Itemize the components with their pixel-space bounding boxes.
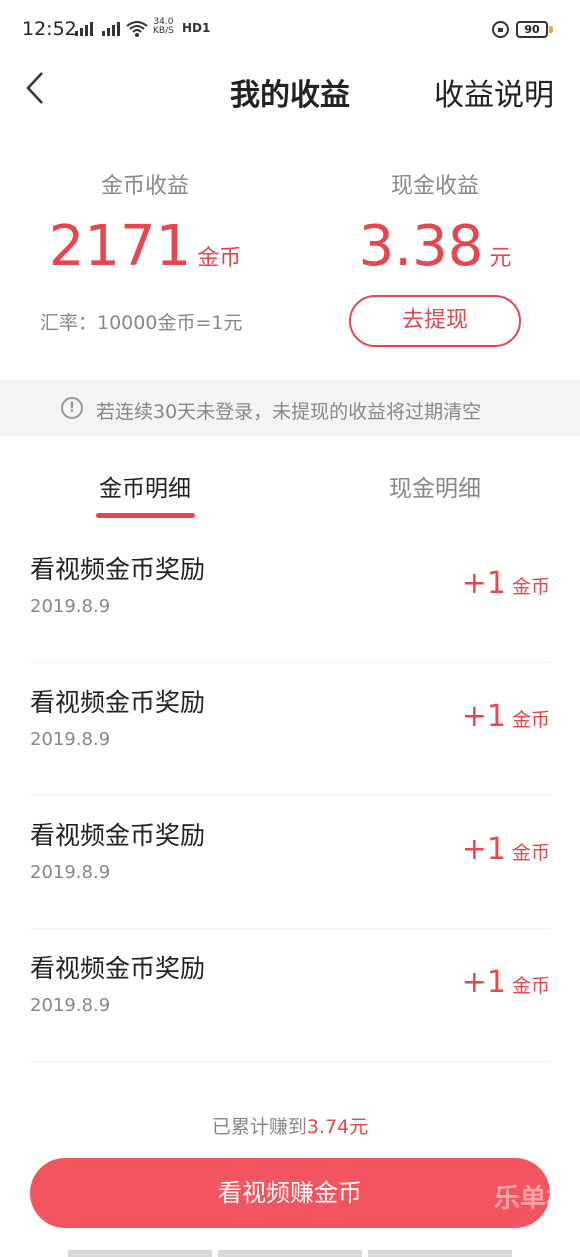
watch-video-button[interactable]: 看视频赚金币 (30, 1158, 550, 1228)
record-date: 2019.8.9 (30, 596, 111, 617)
record-title: 看视频金币奖励 (30, 688, 206, 717)
signal-icon-2 (102, 22, 120, 36)
coin-record-list: 看视频金币奖励 2019.8.9 +1 金币 看视频金币奖励 2019.8.9 +… (0, 530, 580, 1062)
record-date: 2019.8.9 (30, 729, 111, 750)
lock-icon (492, 21, 509, 38)
list-item[interactable]: 看视频金币奖励 2019.8.9 +1 金币 (30, 530, 550, 663)
tab-coin-detail[interactable]: 金币明细 (45, 469, 245, 503)
record-amount-value: +1 (461, 832, 506, 867)
list-item[interactable]: 看视频金币奖励 2019.8.9 +1 金币 (30, 929, 550, 1062)
earnings-summary: 金币收益 2171 金币 现金收益 3.38 元 汇率：10000金币=1元 去提现 (0, 150, 580, 370)
expiry-notice: ! 若连续30天未登录，未提现的收益将过期清空 (0, 380, 580, 436)
battery-icon: 90 (516, 21, 553, 38)
hd-indicator: HD1 (182, 21, 211, 35)
cash-unit: 元 (489, 246, 512, 271)
tab-cash-detail[interactable]: 现金明细 (335, 469, 535, 503)
cash-earnings-amount: 3.38 元 (290, 214, 580, 279)
bottom-tab-strip (0, 1250, 580, 1257)
record-amount-value: +1 (461, 699, 506, 734)
total-earned-value: 3.74元 (306, 1116, 369, 1138)
record-title: 看视频金币奖励 (30, 954, 206, 983)
record-amount-unit: 金币 (511, 975, 550, 997)
list-item[interactable]: 看视频金币奖励 2019.8.9 +1 金币 (30, 796, 550, 929)
record-amount: +1 金币 (462, 699, 550, 734)
net-speed-unit: KB/S (153, 26, 174, 36)
record-amount-unit: 金币 (511, 576, 550, 598)
coin-unit: 金币 (197, 246, 242, 271)
detail-tabs: 金币明细 现金明细 (0, 455, 580, 525)
active-tab-indicator (96, 513, 195, 518)
net-speed: 34.0 KB/S (153, 18, 174, 36)
total-earned: 已累计赚到3.74元 (0, 1112, 580, 1139)
watermark: 乐单机 (493, 1184, 572, 1214)
record-amount: +1 金币 (462, 566, 550, 601)
notice-text: 若连续30天未登录，未提现的收益将过期清空 (96, 401, 482, 423)
record-amount: +1 金币 (462, 965, 550, 1000)
total-earned-prefix: 已累计赚到 (211, 1116, 307, 1138)
wifi-icon (126, 21, 148, 37)
record-amount-value: +1 (461, 965, 506, 1000)
record-title: 看视频金币奖励 (30, 821, 206, 850)
coin-earnings: 金币收益 2171 金币 (0, 150, 290, 279)
record-amount-value: +1 (461, 566, 506, 601)
status-time: 12:52 (22, 18, 77, 40)
nav-bar: 我的收益 收益说明 (0, 60, 580, 120)
coin-earnings-label: 金币收益 (100, 174, 189, 199)
cash-earnings: 现金收益 3.38 元 (290, 150, 580, 279)
record-date: 2019.8.9 (30, 995, 111, 1016)
coin-value: 2171 (48, 214, 192, 279)
record-amount-unit: 金币 (511, 842, 550, 864)
record-amount-unit: 金币 (511, 709, 550, 731)
record-date: 2019.8.9 (30, 862, 111, 883)
earnings-explain-link[interactable]: 收益说明 (434, 70, 554, 114)
signal-icon (75, 22, 93, 36)
record-amount: +1 金币 (462, 832, 550, 867)
withdraw-button[interactable]: 去提现 (349, 295, 521, 347)
bottom-panel: 已累计赚到3.74元 看视频赚金币 乐单机 (0, 1092, 580, 1257)
record-title: 看视频金币奖励 (30, 555, 206, 584)
info-icon: ! (61, 397, 83, 419)
coin-earnings-amount: 2171 金币 (0, 214, 290, 279)
cash-earnings-label: 现金收益 (390, 174, 479, 199)
cash-value: 3.38 (358, 214, 484, 279)
status-bar: 12:52 34.0 KB/S HD1 90 (0, 0, 580, 60)
list-item[interactable]: 看视频金币奖励 2019.8.9 +1 金币 (30, 663, 550, 796)
exchange-rate: 汇率：10000金币=1元 (40, 312, 243, 334)
